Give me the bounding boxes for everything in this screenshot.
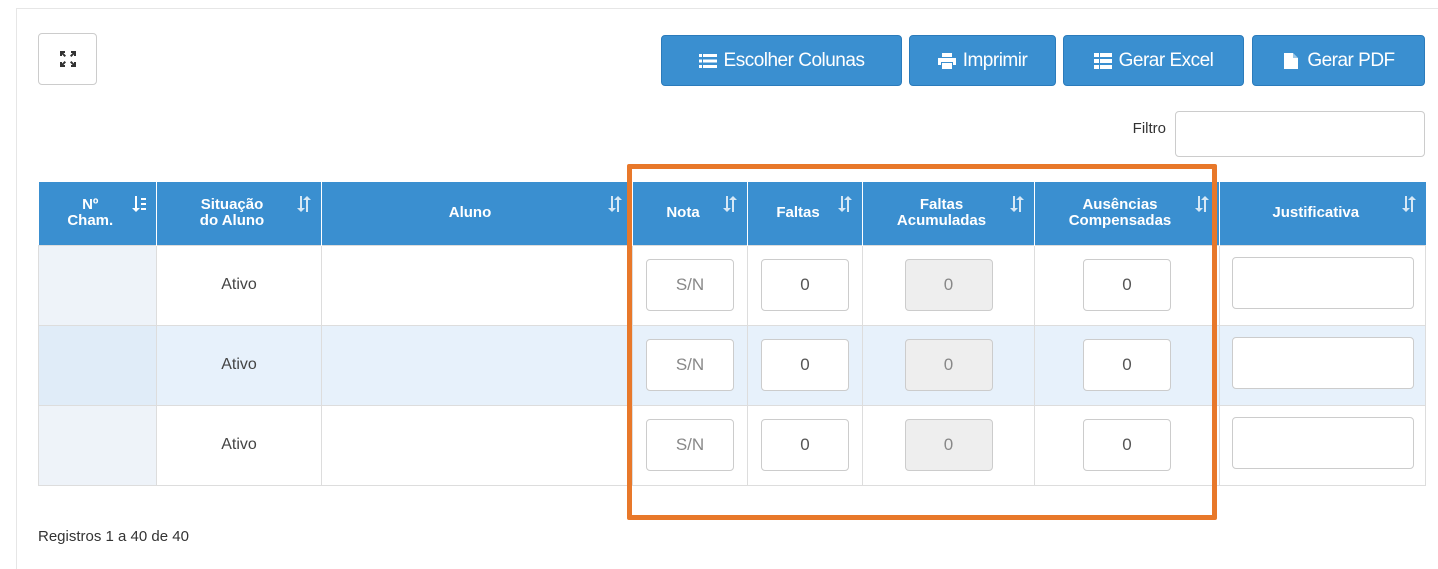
row-status: Ativo xyxy=(156,324,322,406)
compensated-cell: 0 xyxy=(1034,244,1220,326)
table-row: Ativo S/N 0 0 0 xyxy=(38,404,1426,486)
sort-icon[interactable] xyxy=(1195,196,1209,212)
excel-label: Gerar Excel xyxy=(1118,49,1214,71)
accumulated-field: 0 xyxy=(904,339,993,391)
justification-input[interactable] xyxy=(1231,336,1414,389)
grade-cell: S/N xyxy=(632,324,748,406)
accumulated-cell: 0 xyxy=(862,324,1035,406)
compensated-input[interactable]: 0 xyxy=(1083,419,1171,471)
row-number xyxy=(38,324,157,406)
row-number xyxy=(38,244,157,326)
grade-cell: S/N xyxy=(632,404,748,486)
grade-cell: S/N xyxy=(632,244,748,326)
sort-icon[interactable] xyxy=(723,196,737,212)
col-header-number-line1: Nº xyxy=(82,196,99,214)
grade-input[interactable]: S/N xyxy=(646,259,734,311)
row-number xyxy=(38,404,157,486)
accumulated-cell: 0 xyxy=(862,404,1035,486)
col-header-compensated-line2: Compensadas xyxy=(1068,212,1172,230)
table-row: Ativo S/N 0 0 0 xyxy=(38,244,1426,326)
sort-icon[interactable] xyxy=(1010,196,1024,212)
row-status: Ativo xyxy=(156,404,322,486)
col-header-accumulated[interactable]: Faltas Acumuladas xyxy=(862,182,1035,245)
students-table: Nº Cham. Situação do Aluno Aluno Nota Fa… xyxy=(38,182,1426,486)
col-header-justification[interactable]: Justificativa xyxy=(1219,182,1426,245)
col-header-number-line2: Cham. xyxy=(67,212,114,230)
row-student xyxy=(321,244,633,326)
compensated-input[interactable]: 0 xyxy=(1083,259,1171,311)
accumulated-cell: 0 xyxy=(862,244,1035,326)
col-header-status-line2: do Aluno xyxy=(199,212,265,230)
row-status: Ativo xyxy=(156,244,322,326)
sort-icon[interactable] xyxy=(297,196,311,212)
print-label: Imprimir xyxy=(962,49,1028,71)
col-header-grade-label: Nota xyxy=(666,204,700,222)
justification-input[interactable] xyxy=(1231,416,1414,469)
col-header-status[interactable]: Situação do Aluno xyxy=(156,182,322,245)
table-header-row: Nº Cham. Situação do Aluno Aluno Nota Fa… xyxy=(38,182,1426,245)
col-header-grade[interactable]: Nota xyxy=(632,182,748,245)
col-header-compensated-line1: Ausências xyxy=(1082,196,1158,214)
grade-input[interactable]: S/N xyxy=(646,419,734,471)
accumulated-field: 0 xyxy=(904,259,993,311)
absences-cell: 0 xyxy=(747,244,863,326)
compensated-input[interactable]: 0 xyxy=(1083,339,1171,391)
accumulated-field: 0 xyxy=(904,419,993,471)
sort-icon[interactable] xyxy=(608,196,622,212)
absences-cell: 0 xyxy=(747,404,863,486)
table-icon xyxy=(1093,52,1112,69)
justification-cell xyxy=(1219,404,1426,486)
absences-input[interactable]: 0 xyxy=(761,419,849,471)
absences-input[interactable]: 0 xyxy=(761,259,849,311)
sort-asc-icon[interactable] xyxy=(132,196,146,212)
list-icon xyxy=(698,53,717,68)
justification-input[interactable] xyxy=(1231,256,1414,309)
col-header-status-line1: Situação xyxy=(200,196,264,214)
expand-icon xyxy=(59,51,76,67)
col-header-number[interactable]: Nº Cham. xyxy=(38,182,157,245)
col-header-accumulated-line1: Faltas xyxy=(919,196,964,214)
expand-button[interactable] xyxy=(38,33,97,85)
print-button[interactable]: Imprimir xyxy=(909,35,1056,86)
col-header-student-label: Aluno xyxy=(448,204,492,222)
col-header-student[interactable]: Aluno xyxy=(321,182,633,245)
pdf-button[interactable]: Gerar PDF xyxy=(1252,35,1425,86)
filter-input[interactable] xyxy=(1175,111,1425,157)
file-icon xyxy=(1284,52,1299,69)
col-header-justification-label: Justificativa xyxy=(1272,204,1360,222)
choose-columns-label: Escolher Colunas xyxy=(723,49,865,71)
excel-button[interactable]: Gerar Excel xyxy=(1063,35,1244,86)
absences-cell: 0 xyxy=(747,324,863,406)
printer-icon xyxy=(937,52,956,69)
sort-icon[interactable] xyxy=(1401,196,1416,212)
col-header-absences-label: Faltas xyxy=(776,204,820,222)
compensated-cell: 0 xyxy=(1034,404,1220,486)
compensated-cell: 0 xyxy=(1034,324,1220,406)
records-count: Registros 1 a 40 de 40 xyxy=(38,528,189,545)
filter-label: Filtro xyxy=(1132,120,1166,137)
grade-input[interactable]: S/N xyxy=(646,339,734,391)
row-student xyxy=(321,404,633,486)
col-header-absences[interactable]: Faltas xyxy=(747,182,863,245)
justification-cell xyxy=(1219,324,1426,406)
justification-cell xyxy=(1219,244,1426,326)
absences-input[interactable]: 0 xyxy=(761,339,849,391)
col-header-compensated[interactable]: Ausências Compensadas xyxy=(1034,182,1220,245)
table-row: Ativo S/N 0 0 0 xyxy=(38,324,1426,406)
row-student xyxy=(321,324,633,406)
choose-columns-button[interactable]: Escolher Colunas xyxy=(661,35,902,86)
sort-icon[interactable] xyxy=(838,196,852,212)
pdf-label: Gerar PDF xyxy=(1307,49,1395,71)
col-header-accumulated-line2: Acumuladas xyxy=(896,212,987,230)
